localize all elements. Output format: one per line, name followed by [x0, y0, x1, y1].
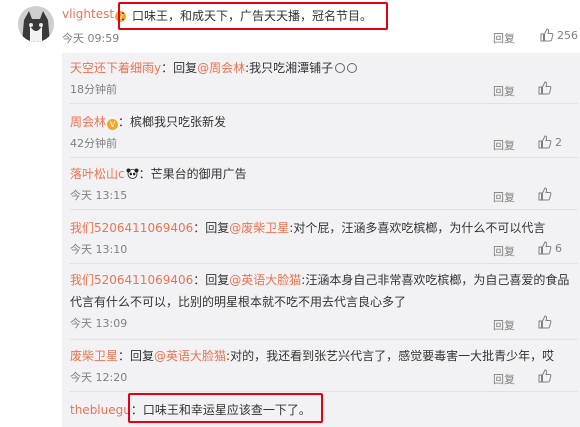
- mention-link[interactable]: @英语大脸猫: [229, 273, 301, 287]
- like-button[interactable]: [538, 187, 555, 201]
- like-button[interactable]: 2: [538, 135, 562, 149]
- panda-icon: [126, 168, 139, 179]
- divider: [70, 391, 578, 392]
- reply-username[interactable]: 天空还下着细雨y: [70, 61, 161, 75]
- reply-item: 天空还下着细雨y：回复@周会林:我只吃湘潭铺子 18分钟前 回复: [70, 59, 578, 99]
- thumbs-up-icon: [538, 369, 552, 383]
- reply-username[interactable]: 落叶松山c: [70, 167, 125, 181]
- mention-link[interactable]: @英语大脸猫: [154, 349, 226, 363]
- divider: [70, 339, 578, 340]
- reply-item: 周会林 V ：槟榔我只吃张新发 42分钟前 回复 2: [70, 115, 562, 153]
- thumbs-up-icon: [540, 28, 554, 42]
- reply-time: 今天 12:20: [70, 371, 128, 384]
- reply-time: 42分钟前: [70, 137, 117, 150]
- highlight-box: [118, 2, 388, 30]
- highlight-box: [128, 393, 323, 423]
- divider: [70, 157, 578, 158]
- thumbs-up-icon: [538, 315, 552, 329]
- reply-username[interactable]: thebluegu: [70, 403, 131, 417]
- reply-button[interactable]: 回复: [493, 317, 515, 333]
- like-button[interactable]: [538, 369, 555, 383]
- divider: [70, 103, 578, 104]
- reply-username[interactable]: 周会林: [70, 115, 106, 129]
- reply-time: 18分钟前: [70, 83, 117, 96]
- reply-username[interactable]: 我们5206411069406: [70, 273, 193, 287]
- thumbs-up-icon: [538, 187, 552, 201]
- mention-link[interactable]: @废柴卫星: [229, 221, 289, 235]
- reply-username[interactable]: 我们5206411069406: [70, 221, 193, 235]
- reply-button[interactable]: 回复: [493, 189, 515, 205]
- reply-item: 我们5206411069406：回复@英语大脸猫:汪涵本身自己非常喜欢吃槟榔，为…: [70, 273, 570, 333]
- like-button[interactable]: 6: [538, 241, 562, 255]
- reply-item: 落叶松山c ：芒果台的御用广告 今天 13:15 回复: [70, 165, 578, 205]
- reply-time: 今天 13:15: [70, 189, 128, 202]
- mention-link[interactable]: @周会林: [197, 61, 245, 75]
- like-button[interactable]: [538, 81, 555, 95]
- top-comment-username[interactable]: vlightest V: [62, 7, 127, 22]
- like-count: 256: [557, 29, 578, 42]
- thumbs-up-icon: [538, 135, 552, 149]
- reply-button[interactable]: 回复: [493, 371, 515, 387]
- divider: [70, 209, 578, 210]
- reply-button[interactable]: 回复: [493, 83, 515, 99]
- verified-icon: V: [107, 119, 119, 130]
- like-button[interactable]: [538, 315, 555, 329]
- reply-item: 我们5206411069406：回复@废柴卫星:对个屁，汪涵多喜欢吃槟榔，为什么…: [70, 221, 562, 259]
- avatar[interactable]: [18, 6, 54, 42]
- reply-button[interactable]: 回复: [493, 30, 515, 46]
- reply-time: 今天 13:10: [70, 243, 128, 256]
- thumbs-up-icon: [538, 241, 552, 255]
- thumbs-up-icon: [538, 81, 552, 95]
- reply-button[interactable]: 回复: [493, 243, 515, 259]
- smile-emoji-icon: [335, 63, 346, 73]
- top-comment-time: 今天 09:59: [62, 32, 120, 45]
- reply-username[interactable]: 废柴卫星: [70, 349, 118, 363]
- reply-button[interactable]: 回复: [493, 137, 515, 153]
- smile-emoji-icon: [347, 63, 358, 73]
- reply-item: 废柴卫星：回复@英语大脸猫:对的，我还看到张艺兴代言了，感觉要毒害一大批青少年，…: [70, 349, 555, 387]
- divider: [70, 263, 578, 264]
- reply-time: 今天 13:09: [70, 317, 128, 330]
- like-button[interactable]: 256: [540, 28, 578, 42]
- reply-thread: 天空还下着细雨y：回复@周会林:我只吃湘潭铺子 18分钟前 回复 周会林 V ：槟榔…: [62, 53, 580, 427]
